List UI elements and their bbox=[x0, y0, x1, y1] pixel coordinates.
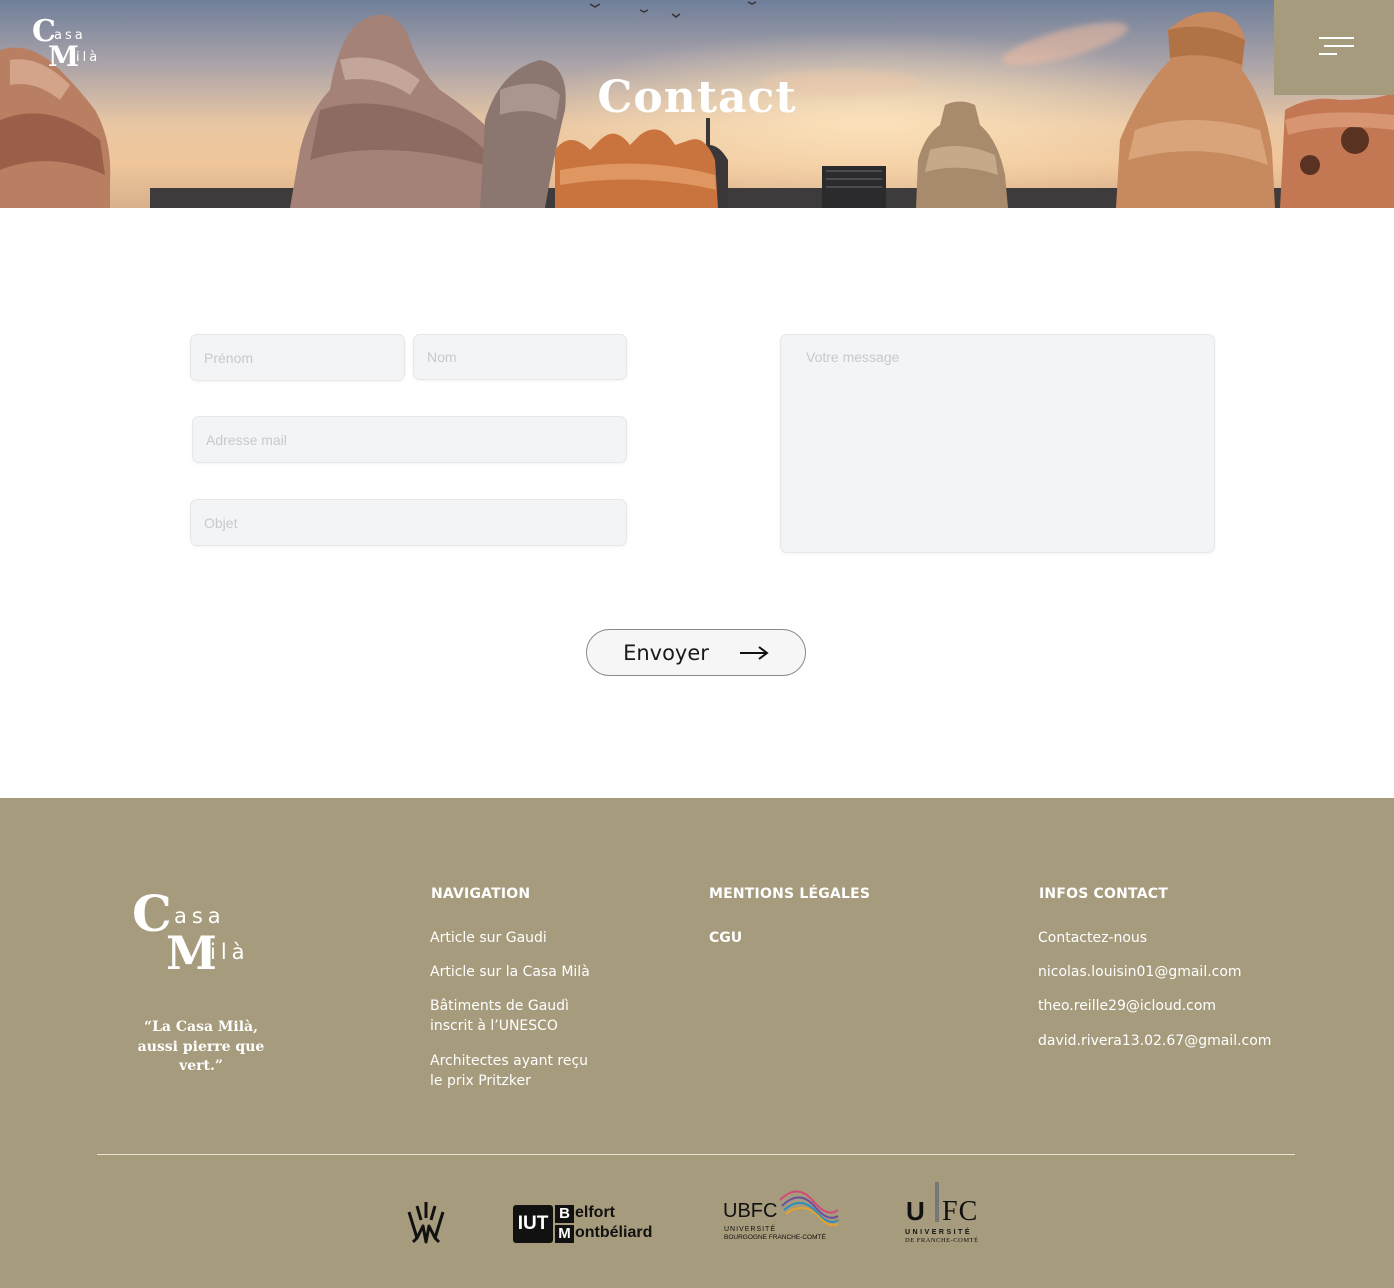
subject-input[interactable] bbox=[190, 499, 627, 546]
site-logo[interactable]: C asa M ilà bbox=[32, 14, 102, 73]
ufc-fc: FC bbox=[942, 1196, 979, 1227]
send-button-label: Envoyer bbox=[623, 640, 709, 665]
crown-logo-icon bbox=[407, 1202, 445, 1244]
ufc-u: U bbox=[906, 1196, 925, 1226]
logo-letter-m: M bbox=[48, 40, 79, 73]
email-link-david[interactable]: david.rivera13.02.67@gmail.com bbox=[1038, 1031, 1271, 1051]
ufc-bar bbox=[935, 1182, 939, 1222]
nav-link-pritzker[interactable]: Architectes ayant reçu le prix Pritzker bbox=[430, 1051, 590, 1091]
email-link-theo[interactable]: theo.reille29@icloud.com bbox=[1038, 996, 1216, 1016]
iut-montbeliard-text: ontbéliard bbox=[575, 1224, 653, 1241]
first-name-input[interactable] bbox=[190, 334, 405, 381]
page-title: Contact bbox=[597, 72, 797, 123]
ufc-sub2: DE FRANCHE-COMTÉ bbox=[905, 1237, 979, 1244]
hamburger-menu-icon-line bbox=[1319, 53, 1337, 55]
footer-logo[interactable]: C asa M ilà bbox=[132, 884, 252, 990]
nav-link-casa-mila[interactable]: Article sur la Casa Milà bbox=[430, 962, 590, 982]
ubfc-sub1: UNIVERSITÉ bbox=[724, 1226, 777, 1233]
iut-belfort-text: elfort bbox=[575, 1204, 615, 1221]
footer-logo-word-top: asa bbox=[174, 904, 226, 928]
contact-heading: INFOS CONTACT bbox=[1039, 886, 1168, 902]
ubfc-logo: UBFC UNIVERSITÉ BOURGOGNE FRANCHE-COMTÉ bbox=[722, 1186, 842, 1248]
email-link-nicolas[interactable]: nicolas.louisin01@gmail.com bbox=[1038, 962, 1242, 982]
contact-link[interactable]: Contactez-nous bbox=[1038, 928, 1147, 948]
ufc-logo: U FC UNIVERSITÉ DE FRANCHE-COMTÉ bbox=[904, 1182, 996, 1246]
iut-belfort-logo: IUT B M elfort ontbéliard bbox=[513, 1203, 658, 1245]
send-button[interactable]: Envoyer bbox=[586, 629, 806, 676]
menu-button[interactable] bbox=[1274, 0, 1394, 95]
iut-b-box: B bbox=[555, 1205, 574, 1223]
hero-banner: C asa M ilà Contact bbox=[0, 0, 1394, 208]
email-input[interactable] bbox=[192, 416, 627, 463]
ubfc-text: UBFC bbox=[723, 1200, 778, 1222]
logo-word-bottom: ilà bbox=[76, 50, 101, 65]
arrow-right-icon bbox=[739, 645, 769, 660]
iut-box: IUT bbox=[513, 1205, 553, 1243]
nav-link-gaudi[interactable]: Article sur Gaudi bbox=[430, 928, 547, 948]
legal-heading: MENTIONS LÉGALES bbox=[709, 886, 871, 902]
hamburger-menu-icon-line bbox=[1324, 45, 1354, 47]
ubfc-wave-icon bbox=[779, 1190, 839, 1227]
navigation-heading: NAVIGATION bbox=[431, 886, 531, 902]
nav-link-unesco[interactable]: Bâtiments de Gaudì inscrit à l’UNESCO bbox=[430, 996, 580, 1036]
ufc-sub1: UNIVERSITÉ bbox=[905, 1229, 973, 1236]
footer-quote: “La Casa Milà, aussi pierre que vert.” bbox=[137, 1019, 265, 1074]
last-name-input[interactable] bbox=[413, 334, 627, 380]
hamburger-menu-icon bbox=[1319, 37, 1354, 39]
footer-divider bbox=[97, 1154, 1295, 1155]
site-footer: C asa M ilà “La Casa Milà, aussi pierre … bbox=[0, 798, 1394, 1288]
ubfc-sub2: BOURGOGNE FRANCHE-COMTÉ bbox=[724, 1234, 826, 1241]
message-textarea[interactable] bbox=[780, 334, 1215, 553]
cgu-link[interactable]: CGU bbox=[709, 928, 742, 948]
iut-m-box: M bbox=[555, 1225, 574, 1243]
footer-logo-word-bottom: ilà bbox=[210, 940, 250, 964]
